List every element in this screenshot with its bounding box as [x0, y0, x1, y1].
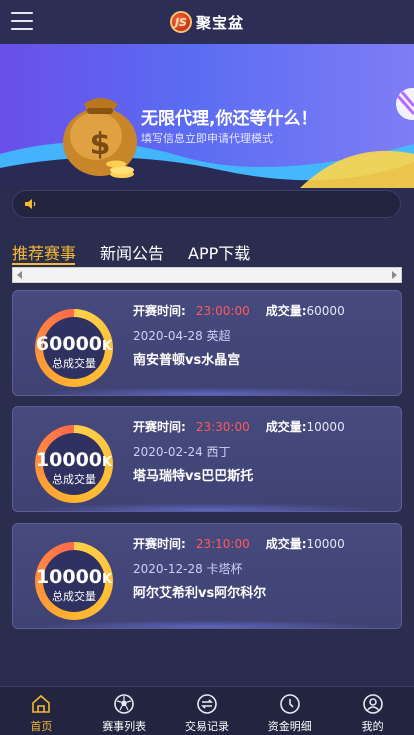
total-volume-value: 10000K	[35, 449, 113, 471]
nav-transactions[interactable]: 交易记录	[166, 687, 249, 735]
volume-label: 成交量:	[265, 420, 307, 434]
total-volume-label: 总成交量	[52, 473, 96, 486]
bottom-nav: 首页 赛事列表 交易记录 资金明细 我的	[0, 686, 414, 735]
start-time-value: 23:10:00	[195, 537, 250, 551]
horizontal-scrollbar[interactable]	[12, 267, 402, 283]
logo-text: 聚宝盆	[195, 13, 244, 32]
nav-home-label: 首页	[30, 720, 53, 733]
nav-fund-details[interactable]: 资金明细	[248, 687, 331, 735]
start-time-label: 开赛时间:	[133, 537, 186, 551]
notice-bar[interactable]	[12, 190, 401, 218]
menu-icon[interactable]	[11, 12, 33, 30]
tab-news[interactable]: 新闻公告	[100, 240, 164, 264]
speaker-icon	[25, 199, 36, 209]
money-bag-icon: $	[63, 98, 137, 178]
nav-match-list-label: 赛事列表	[102, 720, 147, 733]
match-info-row: 开赛时间: 23:30:00 成交量:10000	[133, 418, 345, 435]
header: JS 聚宝盆	[0, 0, 414, 44]
tab-app-download[interactable]: APP下载	[188, 240, 250, 264]
home-icon	[32, 694, 51, 713]
volume-label: 成交量:	[265, 304, 307, 318]
volume-value: 60000	[306, 304, 345, 318]
match-teams: 南安普顿vs水晶宫	[133, 353, 241, 368]
svg-text:$: $	[90, 127, 111, 162]
match-teams: 阿尔艾希利vs阿尔科尔	[133, 586, 267, 601]
scroll-left-arrow-icon[interactable]	[17, 271, 22, 279]
nav-profile-label: 我的	[361, 720, 384, 733]
scroll-right-arrow-icon[interactable]	[392, 271, 397, 279]
match-card[interactable]: 10000K 总成交量 开赛时间: 23:10:00 成交量:10000 2020-…	[12, 523, 402, 629]
nav-fund-details-label: 资金明细	[267, 720, 312, 733]
total-volume-value: 10000K	[35, 566, 113, 588]
start-time-label: 开赛时间:	[133, 304, 186, 318]
volume-ring: 10000K 总成交量	[35, 425, 113, 503]
banner-subtitle: 填写信息立即申请代理模式	[141, 132, 273, 145]
soccer-ball-icon	[114, 694, 134, 714]
tab-bar: 推荐赛事 新闻公告 APP下载	[12, 240, 274, 264]
promo-banner[interactable]: $ 无限代理,你还等什么！ 填写信息立即申请代理模式	[0, 44, 414, 188]
volume-value: 10000	[306, 420, 345, 434]
match-date-league: 2020-04-28 英超	[133, 329, 231, 343]
nav-transactions-label: 交易记录	[184, 720, 229, 733]
volume-value: 10000	[306, 537, 345, 551]
active-tab-indicator	[12, 263, 75, 265]
clock-icon	[279, 694, 300, 714]
total-volume-value: 60000K	[35, 333, 113, 355]
match-card[interactable]: 10000K 总成交量 开赛时间: 23:30:00 成交量:10000 2020-…	[12, 406, 402, 512]
match-info-row: 开赛时间: 23:00:00 成交量:60000	[133, 302, 345, 319]
logo-mark: JS	[169, 11, 192, 33]
match-info-row: 开赛时间: 23:10:00 成交量:10000	[133, 535, 345, 552]
match-date-league: 2020-02-24 西丁	[133, 445, 231, 459]
tab-recommended-matches[interactable]: 推荐赛事	[12, 240, 76, 264]
exchange-icon	[197, 694, 217, 714]
match-card[interactable]: 60000K 总成交量 开赛时间: 23:00:00 成交量:60000 2020-…	[12, 290, 402, 396]
logo: JS 聚宝盆	[169, 11, 244, 33]
user-icon	[362, 694, 383, 714]
volume-ring: 60000K 总成交量	[35, 309, 113, 387]
start-time-value: 23:30:00	[195, 420, 250, 434]
start-time-value: 23:00:00	[195, 304, 250, 318]
banner-title: 无限代理,你还等什么！	[141, 109, 318, 129]
nav-match-list[interactable]: 赛事列表	[83, 687, 166, 735]
volume-label: 成交量:	[265, 537, 307, 551]
total-volume-label: 总成交量	[52, 590, 96, 603]
volume-ring: 10000K 总成交量	[35, 542, 113, 620]
start-time-label: 开赛时间:	[133, 420, 186, 434]
match-date-league: 2020-12-28 卡塔杯	[133, 562, 243, 576]
total-volume-label: 总成交量	[52, 357, 96, 370]
match-teams: 塔马瑞特vs巴巴斯托	[133, 469, 254, 484]
nav-home[interactable]: 首页	[0, 687, 83, 735]
nav-profile[interactable]: 我的	[331, 687, 414, 735]
